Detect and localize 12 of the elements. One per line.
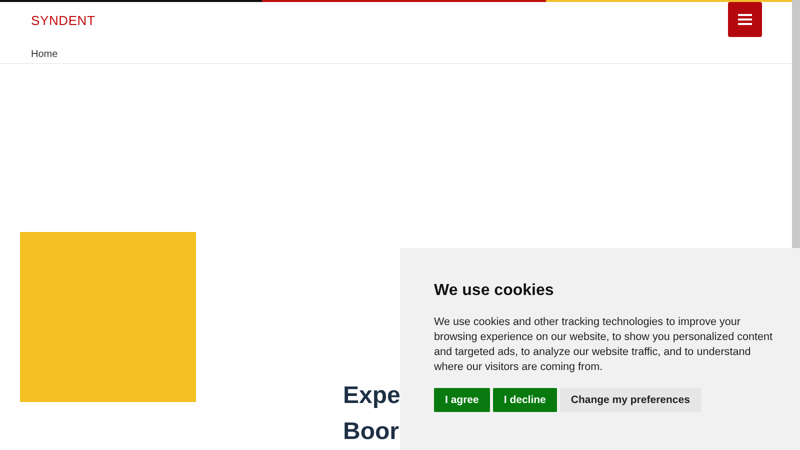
consent-button[interactable]: I agree: [434, 388, 490, 412]
breadcrumb-link[interactable]: Home: [31, 49, 58, 60]
scrollbar[interactable]: [792, 0, 800, 248]
consent-button[interactable]: I decline: [492, 388, 557, 412]
cookie-text: We use cookies and other tracking technologies to improve your browsing experience on our website, to show you personalized content and targeted ads, to analyze our website traffic, and to understand where our visitors are coming from.: [434, 315, 774, 375]
menu-button[interactable]: [728, 2, 762, 37]
page-heading: Expe: [343, 381, 400, 411]
logo[interactable]: SYNDENT: [31, 13, 96, 28]
page-heading: Boor: [343, 417, 400, 447]
menu-icon: [738, 14, 752, 25]
preferences-button[interactable]: Change my preferences: [560, 388, 701, 412]
cookie-title: We use cookies: [434, 282, 554, 300]
